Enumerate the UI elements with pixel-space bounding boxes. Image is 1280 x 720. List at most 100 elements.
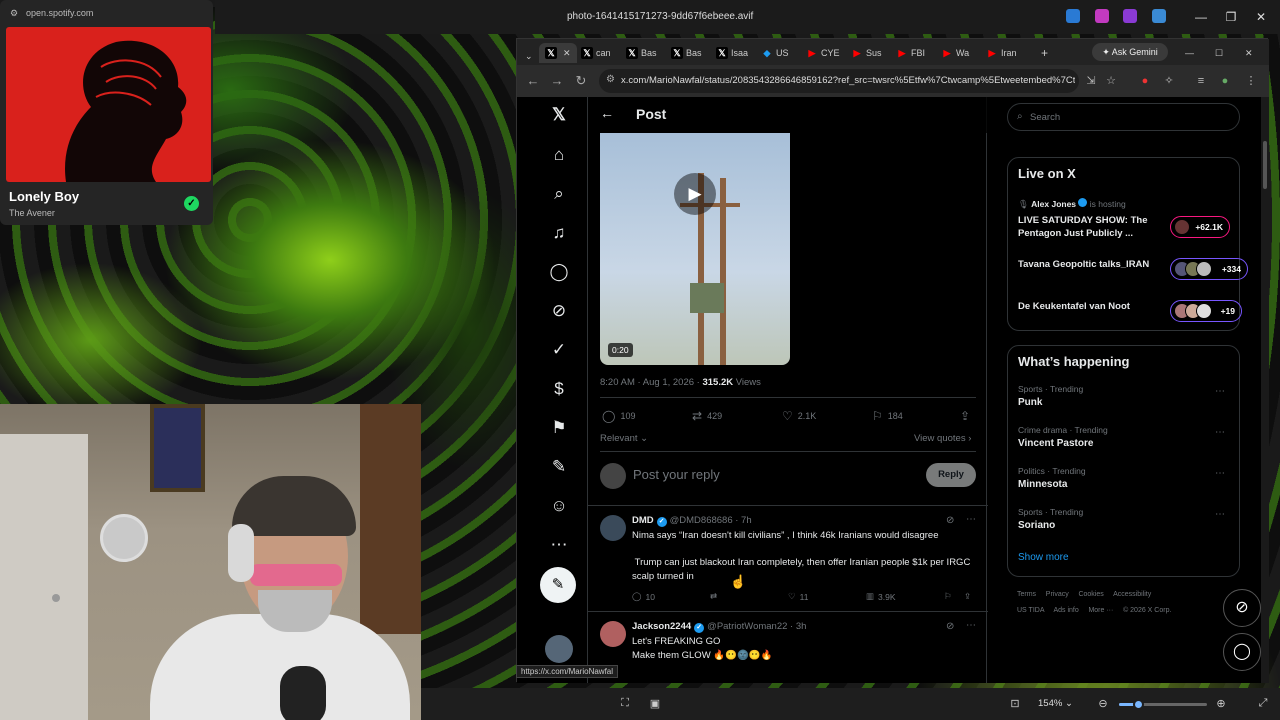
reply-input[interactable]: Post your reply [633, 467, 720, 482]
live-listener-pill[interactable]: +19 [1170, 300, 1242, 322]
messages-float-icon[interactable]: ◯ [1223, 633, 1261, 671]
grok-float-icon[interactable]: ⊘ [1223, 589, 1261, 627]
trend-name[interactable]: Vincent Pastore [1018, 438, 1093, 449]
forward-icon[interactable]: → [549, 73, 565, 88]
fit-screen-icon[interactable]: ⊡ [1007, 697, 1023, 710]
browser-tab[interactable]: 𝕏 Isaa [716, 43, 748, 63]
live-listener-pill[interactable]: +334 [1170, 258, 1248, 280]
reply-action[interactable]: ◯ 109 [602, 409, 635, 423]
zoom-level[interactable]: 154% ⌄ [1038, 698, 1073, 709]
browser-tab[interactable]: ▶ Wa [941, 43, 970, 63]
bookmarks-icon[interactable]: ⚑ [539, 414, 579, 442]
monetization-icon[interactable]: $ [539, 375, 579, 403]
back-arrow-icon[interactable]: ← [600, 105, 614, 121]
play-icon[interactable]: ▶ [674, 173, 716, 215]
x-logo-icon[interactable]: 𝕏 [539, 101, 579, 129]
minimize-icon[interactable]: — [1185, 43, 1194, 63]
app-tray-icon[interactable] [1152, 9, 1166, 23]
zoom-in-icon[interactable]: ⊕ [1213, 697, 1229, 710]
scrollbar[interactable] [1261, 97, 1269, 683]
share-icon[interactable]: ⇪ [964, 591, 971, 602]
install-app-icon[interactable]: ⇲ [1083, 73, 1099, 89]
zoom-slider-knob[interactable] [1133, 699, 1145, 710]
grok-icon[interactable]: ⊘ [946, 621, 954, 632]
live-listener-pill[interactable]: +62.1K [1170, 216, 1230, 238]
browser-tab[interactable]: ▶ FBI [896, 43, 925, 63]
close-tab-icon[interactable]: ✕ [563, 48, 571, 59]
reply-author[interactable]: DMD ✓ @DMD868686 · 7h [632, 515, 752, 527]
repost-action[interactable]: ⇄ 429 [692, 409, 722, 423]
sort-relevant-dropdown[interactable]: Relevant ⌄ [600, 433, 648, 444]
profile-avatar-icon[interactable]: ● [1217, 73, 1233, 89]
ask-gemini-button[interactable]: ✦ Ask Gemini [1092, 43, 1168, 61]
close-icon[interactable]: ✕ [1245, 43, 1253, 63]
compose-post-button[interactable]: ✎ [540, 567, 576, 603]
more-dots-icon[interactable]: ⋯ [1215, 427, 1225, 438]
site-info-icon[interactable]: ⚙ [606, 74, 615, 85]
messages-icon[interactable]: ◯ [539, 258, 579, 286]
close-icon[interactable]: ✕ [1252, 8, 1270, 26]
search-icon[interactable]: ⌕ [539, 180, 579, 208]
live-space-title[interactable]: De Keukentafel van Noot [1018, 300, 1158, 313]
crop-icon[interactable]: ⛶ [617, 697, 633, 710]
minimize-icon[interactable]: — [1192, 8, 1210, 26]
verified-icon[interactable]: ✓ [539, 336, 579, 364]
browser-tab[interactable]: 𝕏 Bas [671, 43, 702, 63]
reply-author[interactable]: Jackson2244 ✓ @PatriotWoman22 · 3h [632, 621, 806, 633]
trend-name[interactable]: Minnesota [1018, 479, 1067, 490]
saved-check-icon[interactable]: ✓ [184, 196, 199, 211]
more-dots-icon[interactable]: ⋯ [1215, 386, 1225, 397]
show-more-link[interactable]: Show more [1018, 552, 1069, 563]
bookmark-icon[interactable]: ⚐ [944, 591, 952, 602]
grok-icon[interactable]: ⊘ [946, 515, 954, 526]
zoom-out-icon[interactable]: ⊖ [1095, 697, 1111, 710]
search-input[interactable]: ⌕ Search [1007, 103, 1240, 131]
menu-dots-icon[interactable]: ⋮ [1243, 73, 1259, 89]
home-icon[interactable]: ⌂ [539, 141, 579, 169]
fullscreen-icon[interactable]: ⤢ [1255, 697, 1271, 710]
grok-icon[interactable]: ⊘ [539, 297, 579, 325]
trend-name[interactable]: Soriano [1018, 520, 1055, 531]
reply-action[interactable]: ◯ 10 [632, 591, 655, 602]
more-icon[interactable]: ⋯ [539, 531, 579, 559]
browser-tab[interactable]: 𝕏 ✕ [539, 43, 577, 63]
bookmark-action[interactable]: ⚐ 184 [872, 409, 903, 423]
browser-tab[interactable]: ▶ Sus [851, 43, 882, 63]
live-space-title[interactable]: LIVE SATURDAY SHOW: The Pentagon Just Pu… [1018, 214, 1158, 240]
browser-tab[interactable]: ◆ US [761, 43, 789, 63]
extensions-puzzle-icon[interactable]: ✧ [1161, 73, 1177, 89]
footer-links[interactable]: Terms Privacy Cookies Accessibility [1017, 591, 1151, 598]
view-quotes-link[interactable]: View quotes › [914, 433, 971, 444]
app-tray-icon[interactable] [1123, 9, 1137, 23]
profile-icon[interactable]: ☺ [539, 492, 579, 520]
scrollbar-thumb[interactable] [1263, 141, 1267, 189]
media-controls-icon[interactable]: ≡ [1193, 73, 1209, 89]
footer-links[interactable]: US TIDA Ads info More ··· © 2026 X Corp. [1017, 607, 1171, 614]
app-tray-icon[interactable] [1066, 9, 1080, 23]
bookmark-star-icon[interactable]: ☆ [1103, 73, 1119, 89]
restore-icon[interactable]: ❐ [1222, 8, 1240, 26]
app-tray-icon[interactable] [1095, 9, 1109, 23]
reply-button[interactable]: Reply [926, 463, 976, 487]
tab-search-dropdown-icon[interactable]: ⌄ [525, 46, 533, 66]
live-space-title[interactable]: Tavana Geopoltic talks_IRAN [1018, 258, 1158, 271]
like-action[interactable]: ♡ 11 [788, 591, 808, 602]
account-avatar[interactable] [545, 635, 573, 663]
settings-icon[interactable]: ⚙ [10, 8, 18, 19]
zoom-slider[interactable] [1119, 699, 1207, 710]
more-dots-icon[interactable]: ⋯ [966, 514, 976, 525]
browser-tab[interactable]: ▶ Iran [986, 43, 1017, 63]
more-dots-icon[interactable]: ⋯ [1215, 509, 1225, 520]
articles-icon[interactable]: ✎ [539, 453, 579, 481]
views-action[interactable]: ▥ 3.9K [866, 591, 896, 602]
like-action[interactable]: ♡ 2.1K [782, 409, 816, 423]
back-icon[interactable]: ← [525, 73, 541, 88]
browser-tab[interactable]: 𝕏can [581, 43, 611, 63]
more-dots-icon[interactable]: ⋯ [1215, 468, 1225, 479]
browser-tab[interactable]: ▶ CYE [806, 43, 840, 63]
reload-icon[interactable]: ↻ [573, 73, 589, 89]
post-video[interactable]: ▶ 0:20 [600, 133, 790, 365]
ocr-icon[interactable]: ▣ [647, 697, 663, 710]
browser-tab[interactable]: 𝕏 Bas [626, 43, 657, 63]
share-icon[interactable]: ⇪ [960, 409, 970, 423]
